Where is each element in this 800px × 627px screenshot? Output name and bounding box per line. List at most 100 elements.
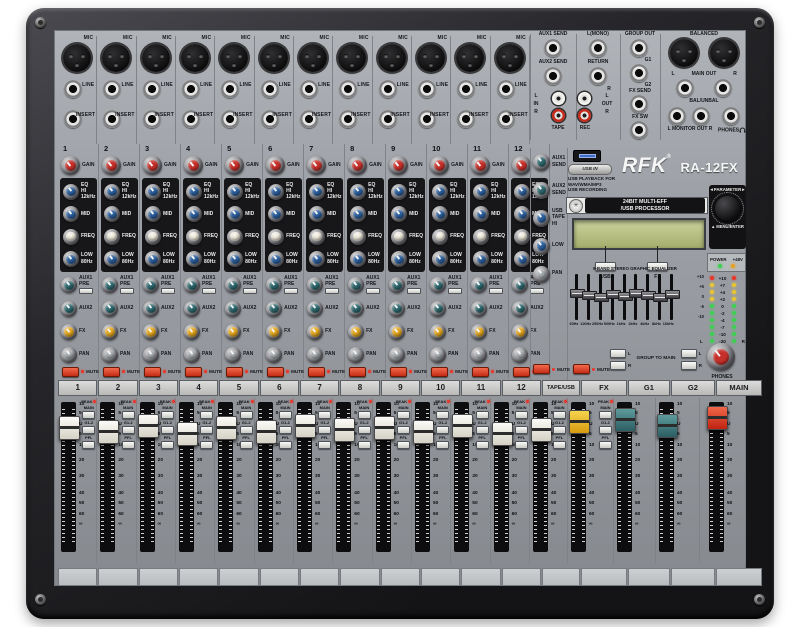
channel-route-g12-button[interactable] <box>82 426 95 434</box>
aux1-knob[interactable] <box>61 277 77 293</box>
pan-knob[interactable] <box>307 347 323 363</box>
aux1-knob[interactable] <box>143 277 159 293</box>
fx-send-knob[interactable] <box>389 324 405 340</box>
eq-mid-freq-knob[interactable] <box>391 229 407 245</box>
pre-button[interactable] <box>202 288 216 294</box>
geq-slider-track[interactable] <box>575 274 578 320</box>
channel-pfl-button[interactable] <box>161 441 174 449</box>
eq-mid-freq-knob[interactable] <box>145 229 161 245</box>
geq-slider-track[interactable] <box>670 274 673 320</box>
aux1-knob[interactable] <box>266 277 282 293</box>
channel-route-g12-button[interactable] <box>553 426 566 434</box>
pan-knob[interactable] <box>184 347 200 363</box>
channel-route-g12-button[interactable] <box>318 426 331 434</box>
channel-route-g12-button[interactable] <box>397 426 410 434</box>
eq-hi-knob[interactable] <box>391 184 407 200</box>
fader-handle[interactable] <box>569 410 590 434</box>
channel-pfl-button[interactable] <box>122 441 135 449</box>
aux2-knob[interactable] <box>512 301 528 317</box>
fx-send-knob[interactable] <box>471 324 487 340</box>
eq-mid-knob[interactable] <box>473 206 489 222</box>
pre-button[interactable] <box>407 288 421 294</box>
eq-low-knob[interactable] <box>104 251 120 267</box>
fader-handle[interactable] <box>452 414 473 438</box>
eq-hi-knob[interactable] <box>63 184 79 200</box>
channel-route-g12-button[interactable] <box>436 426 449 434</box>
channel-pfl-button[interactable] <box>200 441 213 449</box>
gain-knob[interactable] <box>348 156 367 175</box>
gain-knob[interactable] <box>307 156 326 175</box>
fader-handle[interactable] <box>413 420 434 444</box>
channel-route-g12-button[interactable] <box>161 426 174 434</box>
channel-pfl-button[interactable] <box>318 441 331 449</box>
geq-slider-track[interactable] <box>646 274 649 320</box>
eq-mid-knob[interactable] <box>309 206 325 222</box>
channel-route-g12-button[interactable] <box>122 426 135 434</box>
aux2-knob[interactable] <box>61 301 77 317</box>
channel-route-main-button[interactable] <box>200 411 213 419</box>
pre-button[interactable] <box>79 288 93 294</box>
g1-to-main-r-button[interactable] <box>610 361 626 370</box>
pan-knob[interactable] <box>143 347 159 363</box>
aux1-knob[interactable] <box>430 277 446 293</box>
aux1-knob[interactable] <box>471 277 487 293</box>
pre-button[interactable] <box>120 288 134 294</box>
pan-knob[interactable] <box>225 347 241 363</box>
eq-mid-freq-knob[interactable] <box>63 229 79 245</box>
eq-hi-knob[interactable] <box>104 184 120 200</box>
fx-send-knob[interactable] <box>307 324 323 340</box>
eq-hi-knob[interactable] <box>227 184 243 200</box>
channel-pfl-button[interactable] <box>599 441 612 449</box>
aux1-knob[interactable] <box>307 277 323 293</box>
pan-knob[interactable] <box>102 347 118 363</box>
gain-knob[interactable] <box>102 156 121 175</box>
eq-mid-knob[interactable] <box>104 206 120 222</box>
eq-mid-freq-knob[interactable] <box>350 229 366 245</box>
channel-route-main-button[interactable] <box>397 411 410 419</box>
geq-slider-track[interactable] <box>634 274 637 320</box>
pan-knob[interactable] <box>430 347 446 363</box>
channel-route-main-button[interactable] <box>122 411 135 419</box>
eq-mid-freq-knob[interactable] <box>104 229 120 245</box>
fader-handle[interactable] <box>492 422 513 446</box>
channel-pfl-button[interactable] <box>515 441 528 449</box>
geq-slider-track[interactable] <box>658 274 661 320</box>
gain-knob[interactable] <box>389 156 408 175</box>
fader-handle[interactable] <box>615 408 636 432</box>
eq-mid-freq-knob[interactable] <box>309 229 325 245</box>
channel-route-g12-button[interactable] <box>358 426 371 434</box>
eq-mid-freq-knob[interactable] <box>514 229 530 245</box>
fx-send-knob[interactable] <box>430 324 446 340</box>
channel-route-main-button[interactable] <box>599 411 612 419</box>
channel-pfl-button[interactable] <box>436 441 449 449</box>
channel-pfl-button[interactable] <box>476 441 489 449</box>
pre-button[interactable] <box>161 288 175 294</box>
fader-handle[interactable] <box>531 418 552 442</box>
aux2-knob[interactable] <box>143 301 159 317</box>
eq-low-knob[interactable] <box>514 251 530 267</box>
eq-hi-knob[interactable] <box>268 184 284 200</box>
fx-send-knob[interactable] <box>512 324 528 340</box>
channel-pfl-button[interactable] <box>279 441 292 449</box>
fx-send-knob[interactable] <box>348 324 364 340</box>
channel-pfl-button[interactable] <box>358 441 371 449</box>
channel-route-main-button[interactable] <box>436 411 449 419</box>
channel-route-main-button[interactable] <box>318 411 331 419</box>
mute-button[interactable] <box>62 367 79 377</box>
eq-low-knob[interactable] <box>350 251 366 267</box>
fader-handle[interactable] <box>334 418 355 442</box>
channel-route-main-button[interactable] <box>515 411 528 419</box>
channel-route-g12-button[interactable] <box>279 426 292 434</box>
mute-button[interactable] <box>144 367 161 377</box>
eq-mid-freq-knob[interactable] <box>473 229 489 245</box>
eq-mid-freq-knob[interactable] <box>227 229 243 245</box>
gain-knob[interactable] <box>143 156 162 175</box>
mute-button[interactable] <box>185 367 202 377</box>
pre-button[interactable] <box>243 288 257 294</box>
gain-knob[interactable] <box>184 156 203 175</box>
eq-low-knob[interactable] <box>473 251 489 267</box>
pre-button[interactable] <box>325 288 339 294</box>
fader-handle[interactable] <box>256 420 277 444</box>
eq-mid-knob[interactable] <box>186 206 202 222</box>
aux2-knob[interactable] <box>307 301 323 317</box>
